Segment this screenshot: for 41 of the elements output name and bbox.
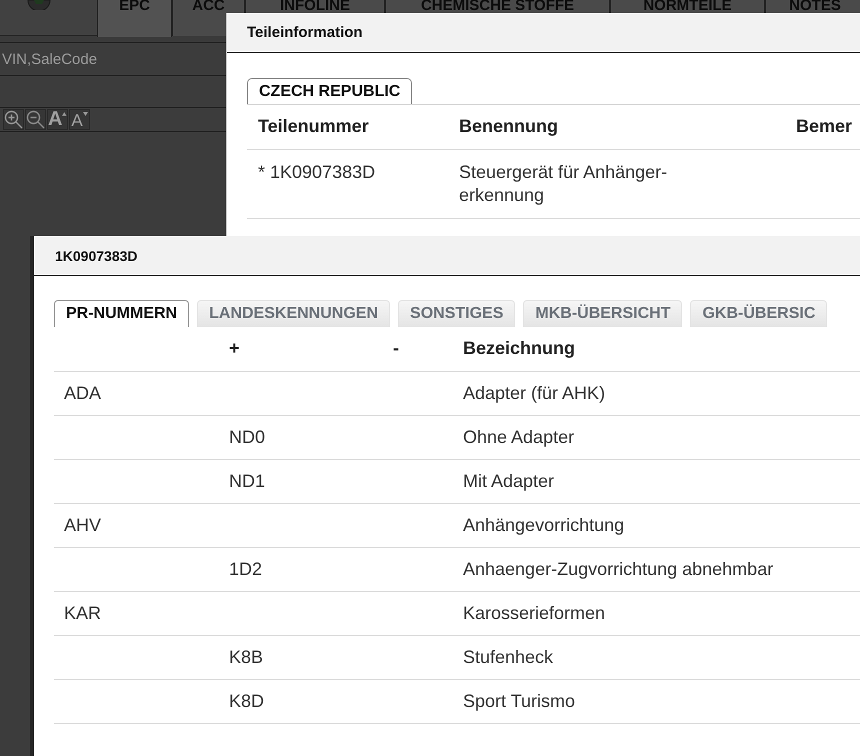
table-cell: KAR bbox=[64, 602, 102, 622]
zoom-in-icon bbox=[4, 110, 23, 129]
table-cell: AHV bbox=[64, 514, 102, 534]
detail-tab[interactable]: PR-NUMMERN bbox=[54, 300, 190, 327]
column-header: + bbox=[220, 327, 384, 371]
decrease-font-button[interactable]: A bbox=[69, 109, 90, 130]
table-cell: K8D bbox=[229, 690, 264, 710]
table-cell: Stufenheck bbox=[463, 646, 554, 666]
table-cell: Sport Turismo bbox=[463, 690, 576, 710]
country-tab[interactable]: CZECH REPUBLIC bbox=[247, 78, 412, 104]
dialog-title: Teileinformation bbox=[247, 24, 363, 41]
caret-down-icon bbox=[82, 112, 88, 116]
table-cell: K8B bbox=[229, 646, 264, 666]
table-cell: Ohne Adapter bbox=[463, 426, 574, 446]
detail-tab[interactable]: SONSTIGES bbox=[398, 300, 516, 327]
zoom-out-icon bbox=[26, 110, 45, 129]
column-header: - bbox=[384, 327, 454, 371]
detail-tab[interactable]: MKB-ÜBERSICHT bbox=[523, 300, 682, 327]
table-cell: Anhaenger-Zugvorrichtung abnehmbar bbox=[463, 558, 774, 578]
detail-tab[interactable]: LANDESKENNUNGEN bbox=[197, 300, 390, 327]
zoom-in-button[interactable] bbox=[3, 109, 24, 130]
table-cell: * 1K0907383D bbox=[247, 149, 448, 218]
column-header: Teilenummer bbox=[247, 105, 448, 149]
column-header: Benennung bbox=[448, 105, 785, 149]
increase-font-button[interactable]: A bbox=[47, 109, 68, 130]
table-cell: ND1 bbox=[229, 470, 266, 490]
table-cell: Mit Adapter bbox=[463, 470, 554, 490]
dialog-title: 1K0907383D bbox=[55, 248, 138, 264]
table-cell: Anhängevorrichtung bbox=[463, 514, 624, 534]
table-cell: ND0 bbox=[229, 426, 266, 446]
caret-up-icon bbox=[62, 112, 67, 116]
zoom-out-button[interactable] bbox=[25, 109, 46, 130]
column-header: Bemer bbox=[785, 105, 860, 149]
table-cell: 1D2 bbox=[229, 558, 262, 578]
table-cell: Adapter (für AHK) bbox=[463, 382, 606, 402]
table-cell: Karosserieformen bbox=[463, 602, 606, 622]
search-field[interactable]: VIN,SaleCode bbox=[0, 45, 226, 73]
detail-tab[interactable]: GKB-ÜBERSIC bbox=[690, 300, 828, 327]
column-header: Bezeichnung bbox=[454, 327, 860, 371]
table-cell: ADA bbox=[64, 382, 102, 402]
table-cell: Steuergerät für Anhänger-erkennung bbox=[448, 149, 785, 218]
